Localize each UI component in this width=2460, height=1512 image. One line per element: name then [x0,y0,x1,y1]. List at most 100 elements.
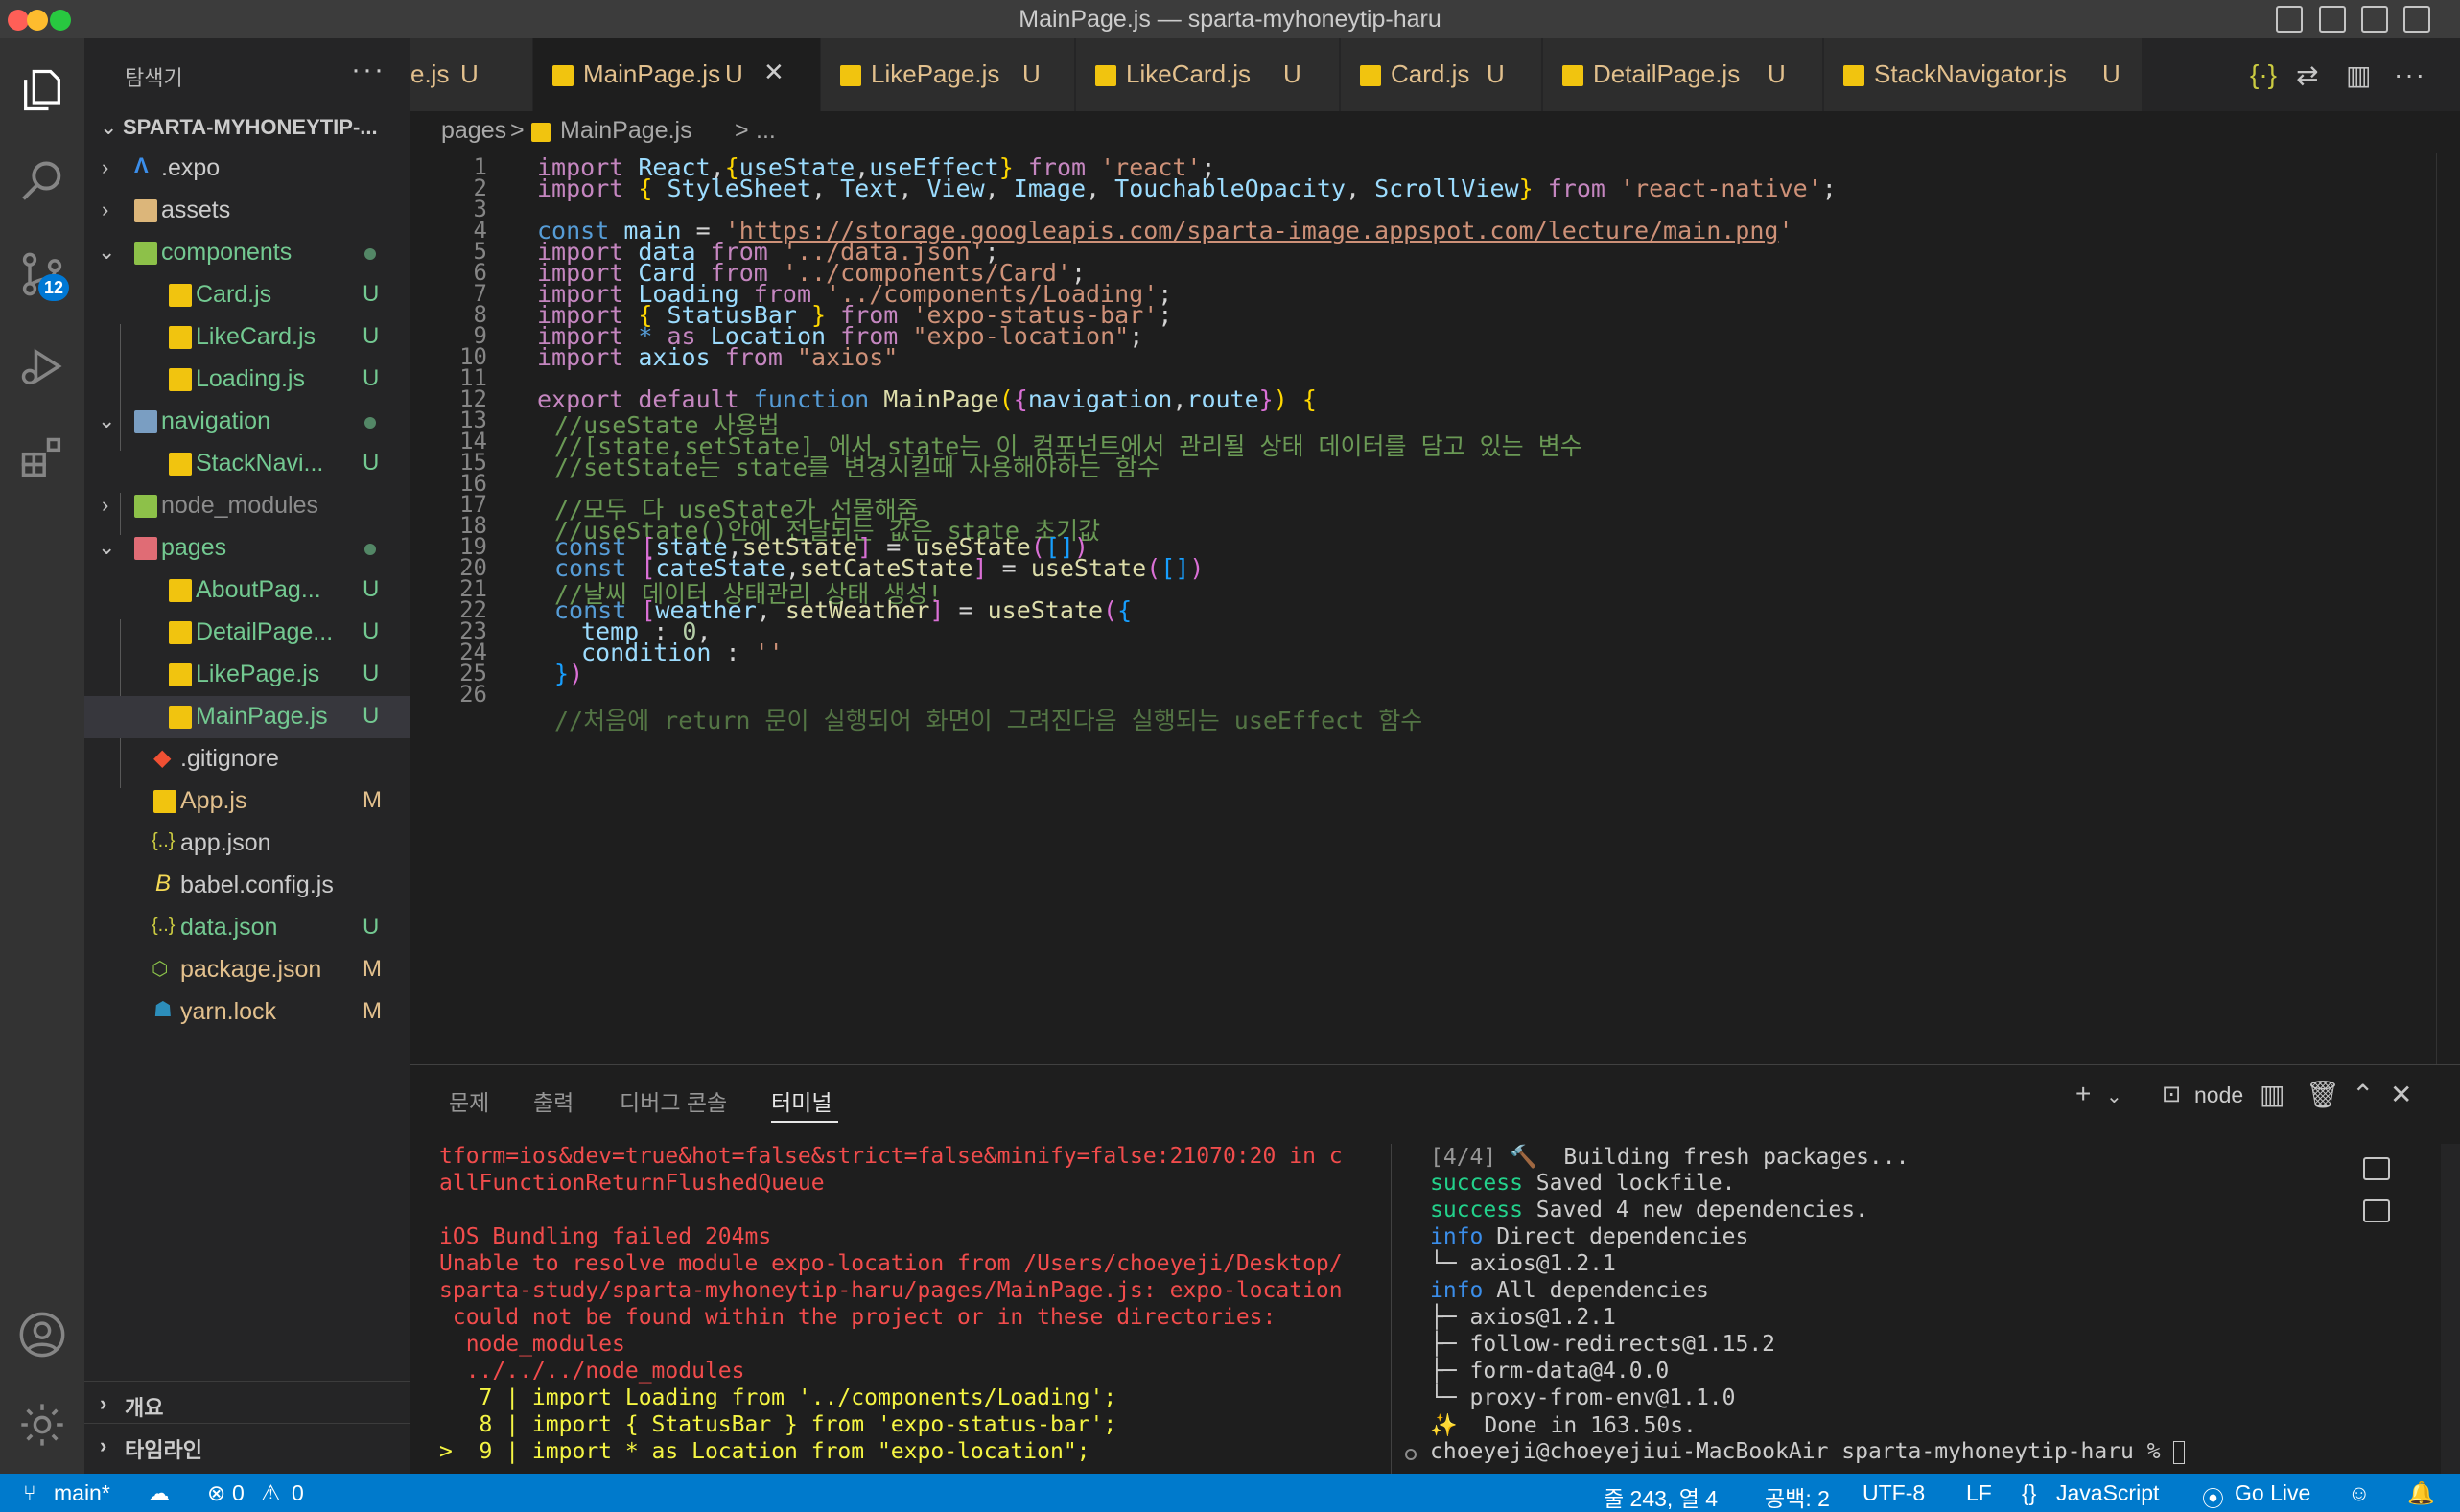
tree-file-card[interactable]: Card.js U [84,274,410,316]
terminal-right[interactable]: [4/4] 🔨 Building fresh packages... succe… [1391,1144,2441,1475]
errors-count[interactable]: 0 [232,1480,245,1506]
tree-folder-pages[interactable]: ⌄ pages [84,527,410,570]
tree-item-label: node_modules [161,492,319,519]
settings-gear-icon[interactable] [12,1394,73,1455]
tree-folder-navigation[interactable]: ⌄ navigation [84,401,410,443]
explorer-more-icon[interactable]: ··· [351,54,386,86]
tree-file-data-json[interactable]: {..} data.json U [84,907,410,949]
language-mode[interactable]: JavaScript [2056,1480,2159,1506]
tree-file-app-json[interactable]: {..} app.json [84,823,410,865]
notifications-bell-icon[interactable]: 🔔 [2407,1480,2435,1506]
more-actions-icon[interactable]: ··· [2394,59,2426,90]
git-branch-icon: ⑂ [23,1480,36,1505]
terminal-shell-label[interactable]: node [2194,1082,2243,1108]
terminal-line: allFunctionReturnFlushedQueue [439,1171,825,1196]
split-editor-icon[interactable]: ▥ [2346,59,2371,91]
javascript-file-icon [840,65,861,86]
workspace-root[interactable]: ⌄ SPARTA-MYHONEYTIP-... [84,107,410,146]
tab-label: StackNavigator.js [1874,59,2067,88]
toggle-secondary-sidebar-icon[interactable] [2361,6,2388,33]
breadcrumb-folder[interactable]: pages [441,117,506,145]
tree-file-likecard[interactable]: LikeCard.js U [84,316,410,359]
sync-icon[interactable]: ☁ [148,1480,170,1506]
tab-likecard[interactable]: LikeCard.js U [1076,38,1340,111]
split-terminal-icon[interactable]: ▥ [2260,1079,2284,1110]
tab-partial[interactable]: e.js U [410,38,533,111]
line-ending[interactable]: LF [1966,1480,1992,1506]
tree-folder-node-modules[interactable]: › node_modules [84,485,410,527]
tree-file-detailpage[interactable]: DetailPage... U [84,612,410,654]
toggle-primary-sidebar-icon[interactable] [2276,6,2303,33]
terminal-scrollbar[interactable] [2441,1144,2460,1475]
tab-debug-console[interactable]: 디버그 콘솔 [620,1084,727,1117]
nodejs-file-icon: ⬡ [152,959,169,980]
terminal-line: success Saved lockfile. [1430,1171,1736,1196]
terminal-instance-icon[interactable] [2363,1157,2390,1180]
tree-folder-components[interactable]: ⌄ components [84,232,410,274]
customize-layout-icon[interactable] [2403,6,2430,33]
active-tab-indicator [771,1121,838,1123]
tree-file-yarn-lock[interactable]: ☗ yarn.lock M [84,991,410,1034]
breadcrumb-file[interactable]: MainPage.js [560,117,692,145]
tree-file-gitignore[interactable]: ◆ .gitignore [84,738,410,780]
tree-file-stacknavigator[interactable]: StackNavi... U [84,443,410,485]
breadcrumb-symbol[interactable]: ... [756,117,776,145]
tab-terminal[interactable]: 터미널 [771,1084,832,1117]
git-status-badge: U [363,450,380,476]
tree-item-label: DetailPage... [196,618,334,645]
maximize-panel-icon[interactable]: ⌃ [2352,1079,2374,1110]
feedback-icon[interactable]: ☺ [2348,1480,2370,1506]
tab-badge: U [460,59,479,88]
tree-file-package-json[interactable]: ⬡ package.json M [84,949,410,991]
workspace-root-label: SPARTA-MYHONEYTIP-... [123,115,378,139]
tab-problems[interactable]: 문제 [449,1084,489,1117]
git-branch[interactable]: main* [54,1480,110,1506]
terminal-left[interactable]: tform=ios&dev=true&hot=false&strict=fals… [410,1144,1389,1475]
errors-icon[interactable]: ⊗ [207,1480,225,1506]
account-icon[interactable] [12,1304,73,1365]
javascript-file-icon [169,326,192,349]
new-terminal-icon[interactable]: + [2075,1079,2091,1109]
toggle-panel-icon[interactable] [2319,6,2346,33]
tab-mainpage[interactable]: MainPage.js U ✕ [533,38,821,111]
tree-file-mainpage[interactable]: MainPage.js U [84,696,410,738]
tree-file-likepage[interactable]: LikePage.js U [84,654,410,696]
encoding[interactable]: UTF-8 [1863,1480,1925,1506]
close-tab-icon[interactable]: ✕ [763,58,785,87]
warnings-icon[interactable]: ⚠ [261,1480,281,1506]
warnings-count[interactable]: 0 [292,1480,304,1506]
terminal-line: iOS Bundling failed 204ms [439,1224,772,1249]
extensions-icon[interactable] [12,428,73,489]
tree-folder-expo[interactable]: › Λ .expo [84,148,410,190]
tab-label: LikeCard.js [1126,59,1252,88]
info-tag: info [1430,1278,1484,1303]
editor-scrollbar[interactable] [2436,153,2460,1064]
tree-folder-assets[interactable]: › assets [84,190,410,232]
tab-detailpage[interactable]: DetailPage.js U [1543,38,1823,111]
open-changes-icon[interactable]: ⇄ [2296,59,2318,91]
tree-file-babel-config[interactable]: B babel.config.js [84,865,410,907]
explorer-icon[interactable] [12,59,73,121]
tab-stacknavigator[interactable]: StackNavigator.js U [1824,38,2143,111]
terminal-line: > 9 | import * as Location from "expo-lo… [439,1439,1090,1464]
close-panel-icon[interactable]: ✕ [2390,1079,2412,1110]
tree-file-app-js[interactable]: App.js M [84,780,410,823]
breadcrumb-separator: > [735,117,749,144]
run-debug-icon[interactable] [12,336,73,397]
go-live-button[interactable]: Go Live [2235,1480,2310,1506]
tab-card[interactable]: Card.js U [1341,38,1542,111]
json-icon[interactable]: {·} [2250,59,2277,90]
timeline-section[interactable]: › 타임라인 [84,1423,410,1465]
tree-file-loading[interactable]: Loading.js U [84,359,410,401]
cursor-position[interactable]: 줄 243, 열 4 [1604,1480,1718,1512]
chevron-down-icon[interactable]: ⌄ [2106,1084,2122,1108]
indentation[interactable]: 공백: 2 [1765,1480,1830,1512]
terminal-instance-icon[interactable] [2363,1199,2390,1222]
code-editor[interactable]: 1 2 3 4 5 6 7 8 9 10 11 12 13 14 15 16 17 18 19 20 21 22 23 24 2… [410,153,2460,1064]
trash-icon[interactable]: 🗑 [2306,1079,2340,1110]
tree-file-aboutpage[interactable]: AboutPag... U [84,570,410,612]
search-icon[interactable] [12,151,73,213]
tab-likepage[interactable]: LikePage.js U [821,38,1075,111]
outline-section[interactable]: › 개요 [84,1381,410,1423]
tab-output[interactable]: 출력 [533,1084,574,1117]
